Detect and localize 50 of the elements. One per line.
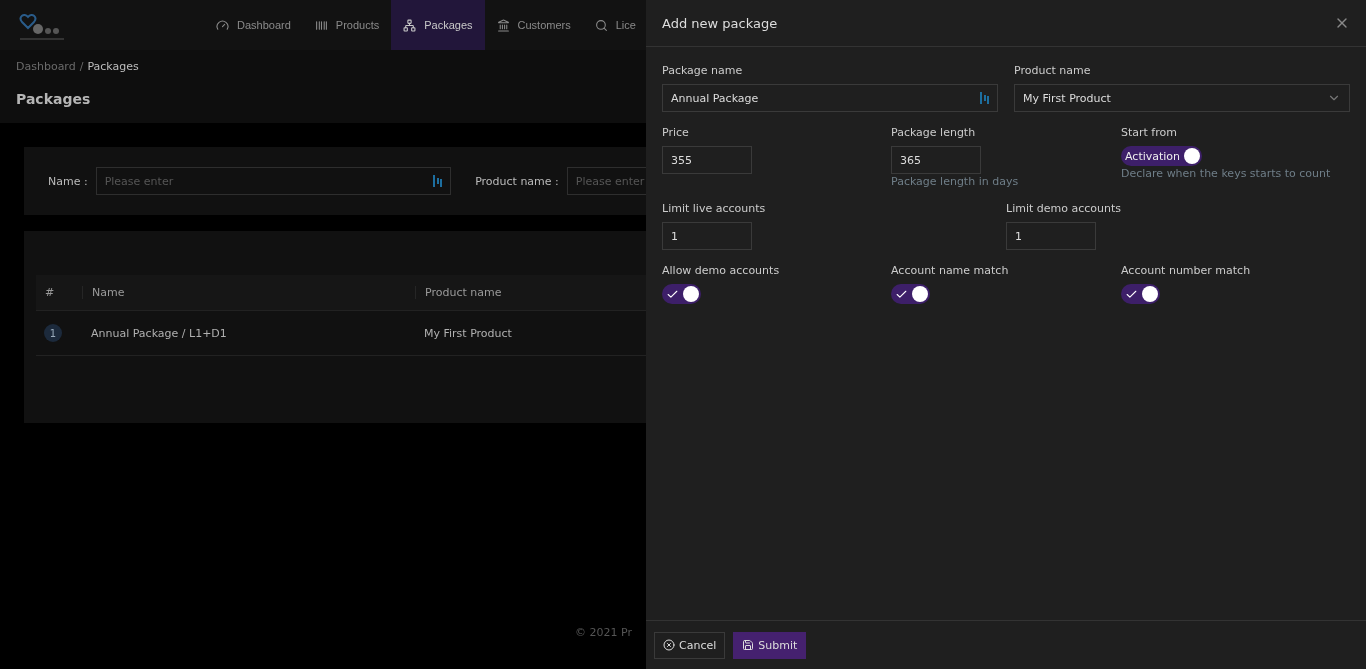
breadcrumb-separator: / — [79, 60, 84, 73]
help-text: Declare when the keys starts to count — [1121, 167, 1332, 180]
barcode-icon — [314, 18, 328, 32]
toggle-switch[interactable] — [1121, 284, 1160, 304]
gauge-icon — [216, 18, 229, 32]
bank-icon — [496, 18, 510, 32]
field-label: Package length — [891, 126, 977, 139]
input-field[interactable]: 365 — [891, 146, 981, 174]
nav-tab[interactable]: Customers — [484, 0, 583, 50]
network-icon — [403, 18, 417, 32]
bars-icon — [432, 174, 443, 188]
drawer-title: Add new package — [662, 15, 778, 31]
filter-label: Product name : — [475, 174, 559, 188]
bars-icon — [979, 91, 989, 105]
copyright-text: © 2021 Pr — [575, 626, 633, 639]
table-cell-text: My First Product — [423, 326, 513, 340]
field-label: Start from — [1121, 126, 1178, 139]
field-label: Product name — [1014, 64, 1092, 77]
field-label: Price — [662, 126, 690, 139]
table-cell-text: Annual Package / L1+D1 — [90, 326, 228, 340]
nav-tab[interactable]: Products — [302, 0, 392, 50]
save-icon — [742, 639, 755, 651]
input-field[interactable]: 355 — [662, 146, 752, 174]
field-label: Limit live accounts — [662, 202, 767, 215]
field-label: Package name — [662, 64, 744, 77]
toggle-switch[interactable] — [891, 284, 930, 304]
nav-tab[interactable]: Packages — [391, 0, 485, 50]
field-label: Limit demo accounts — [1006, 202, 1122, 215]
submit-button[interactable]: Submit — [733, 631, 807, 659]
field-label: Account name match — [891, 264, 1010, 277]
field-label: Allow demo accounts — [662, 264, 781, 277]
select-field[interactable]: My First Product — [1014, 84, 1350, 112]
input-field[interactable]: 1 — [1006, 222, 1096, 250]
input-field[interactable]: 1 — [662, 222, 752, 250]
breadcrumb-link[interactable]: Dashboard — [16, 60, 76, 73]
page-title: Packages — [16, 91, 92, 107]
nav-tab[interactable]: Lice — [582, 0, 646, 50]
column-header: # — [44, 286, 56, 299]
toggle-switch[interactable]: Activation — [1121, 146, 1203, 166]
help-text: Package length in days — [891, 175, 1020, 188]
cancel-button[interactable]: Cancel — [654, 631, 726, 659]
column-header: Name — [82, 286, 415, 299]
row-number: 1 — [44, 324, 62, 342]
filter-label: Name : — [48, 174, 88, 188]
search-icon — [594, 18, 608, 32]
field-label: Account number match — [1121, 264, 1252, 277]
input-field[interactable]: Annual Package — [662, 84, 998, 112]
close-circle-icon — [663, 639, 675, 651]
toggle-switch[interactable] — [662, 284, 701, 304]
nav-tab[interactable]: Dashboard — [204, 0, 303, 50]
